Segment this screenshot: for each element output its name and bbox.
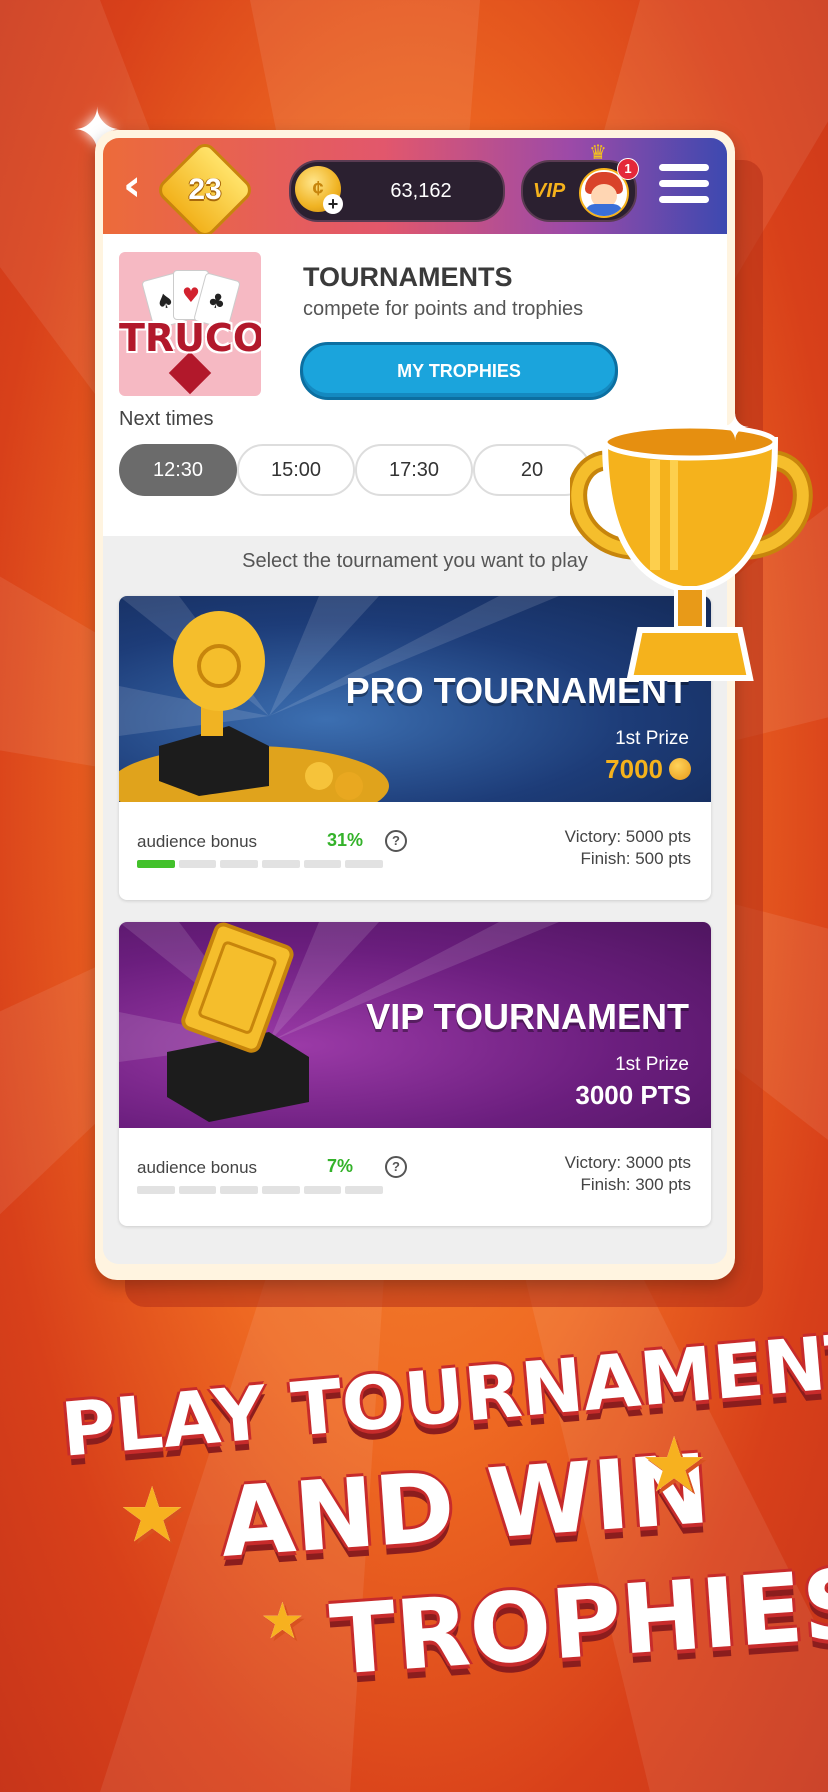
vip-prize-label: 1st Prize (615, 1054, 689, 1075)
star-icon: ★ (260, 1592, 305, 1650)
my-trophies-button[interactable]: MY TROPHIES (300, 342, 618, 400)
vip-tournament-card[interactable]: VIP TOURNAMENT 1st Prize 3000 PTS audien… (119, 922, 711, 1226)
vip-finish-points: Finish: 300 pts (580, 1175, 691, 1194)
pro-bonus-progress (137, 860, 384, 868)
pro-audience-bonus-percent: 31% (327, 830, 364, 850)
level-badge[interactable]: 23 (154, 139, 256, 241)
vip-audience-bonus-label: audience bonus (137, 1158, 258, 1177)
svg-text:✦: ✦ (720, 410, 750, 449)
time-tab-0[interactable]: 12:30 (119, 444, 237, 496)
level-value: 23 (188, 173, 222, 206)
pro-finish-points: Finish: 500 pts (580, 849, 691, 868)
pro-prize-label: 1st Prize (615, 728, 689, 749)
time-tab-1[interactable]: 15:00 (237, 444, 355, 496)
truco-logo: ♠ ♥ ♣ TRUCO (119, 252, 261, 396)
add-coins-icon[interactable]: + (323, 194, 343, 214)
vip-tournament-title: VIP TOURNAMENT (366, 996, 689, 1037)
promo-banner: PLAY TOURNAMENTS AND WIN TROPHIES ★ ★ ★ (0, 1312, 828, 1792)
back-button[interactable]: ‹ (123, 158, 163, 214)
coin-icon (669, 758, 691, 781)
hamburger-menu-button[interactable] (659, 164, 709, 210)
star-icon: ★ (118, 1470, 187, 1559)
page-title: TOURNAMENTS (303, 262, 513, 292)
promo-line-1: PLAY TOURNAMENTS (57, 1312, 828, 1474)
coins-balance[interactable]: ¢ + 63,162 (289, 160, 505, 222)
pro-points-info: Victory: 5000 pts Finish: 500 pts (565, 826, 691, 870)
page-subtitle: compete for points and trophies (303, 298, 584, 320)
logo-text: TRUCO (119, 316, 261, 360)
promo-line-3: TROPHIES (326, 1547, 828, 1697)
pro-victory-points: Victory: 5000 pts (564, 827, 691, 846)
notification-badge: 1 (617, 158, 639, 180)
help-icon[interactable]: ? (385, 1156, 407, 1178)
crown-icon: ♛ (589, 140, 607, 164)
star-icon: ★ (640, 1420, 709, 1509)
vip-tournament-banner: VIP TOURNAMENT 1st Prize 3000 PTS (119, 922, 711, 1128)
trophy-icon: ✦ (570, 410, 813, 681)
playing-cards-icon: ♠ ♥ ♣ (141, 270, 241, 330)
time-tab-2[interactable]: 17:30 (355, 444, 473, 496)
pro-audience-bonus-label: audience bonus (137, 832, 258, 851)
next-times-label: Next times (119, 408, 214, 430)
vip-label: VIP (533, 180, 566, 202)
chevron-left-icon: ‹ (123, 160, 142, 211)
vip-bonus-progress (137, 1186, 384, 1194)
pro-prize-value: 7000 (605, 754, 691, 785)
top-bar: ‹ 23 ¢ + 63,162 VIP ♛ 1 (103, 138, 727, 241)
coins-value: 63,162 (390, 180, 452, 202)
vip-victory-points: Victory: 3000 pts (564, 1153, 691, 1172)
vip-points-info: Victory: 3000 pts Finish: 300 pts (565, 1152, 691, 1196)
promo-line-2: AND WIN (216, 1433, 714, 1579)
vip-prize-value: 3000 PTS (575, 1080, 691, 1110)
vip-audience-bonus-percent: 7% (327, 1156, 354, 1176)
help-icon[interactable]: ? (385, 830, 407, 852)
